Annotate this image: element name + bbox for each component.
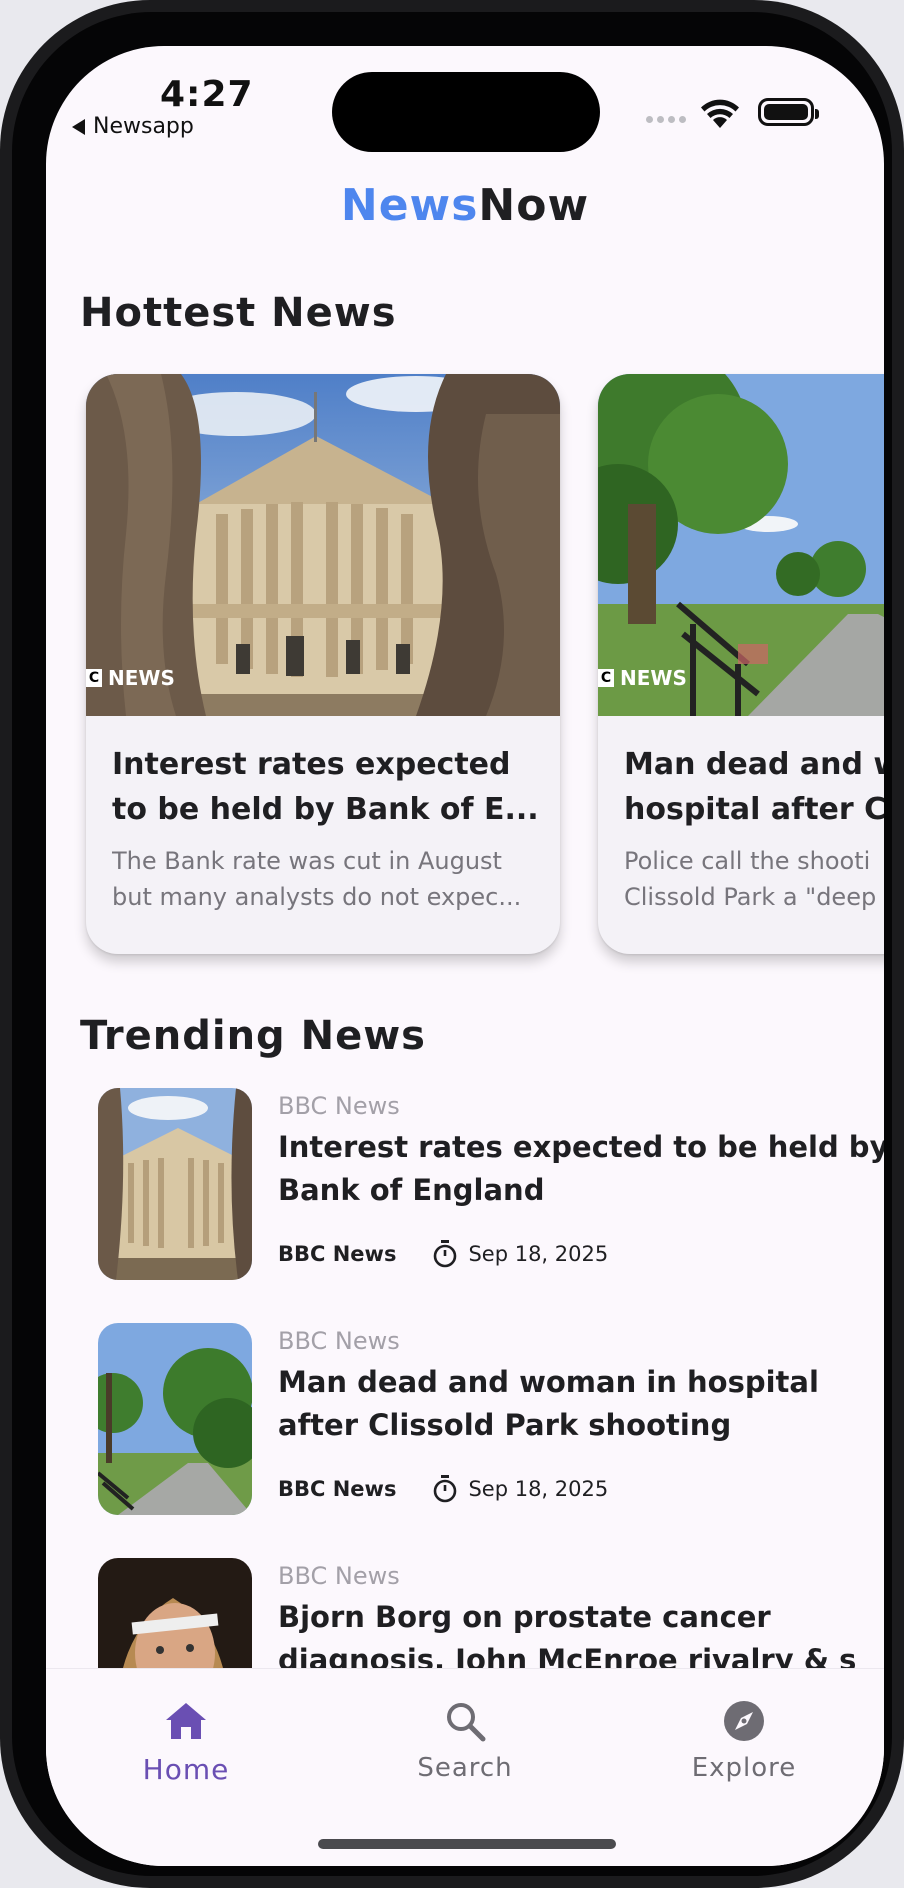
timer-icon <box>434 1240 457 1268</box>
wifi-icon <box>701 99 739 128</box>
phone-bezel: 4:27 Newsapp NewsNow Hottest News C NEWS… <box>12 12 892 1876</box>
nav-explore-label: Explore <box>691 1753 797 1783</box>
trending-item-thumbnail <box>98 1088 252 1280</box>
app-title-news: News <box>340 180 479 231</box>
timer-icon <box>434 1475 457 1503</box>
hottest-news-heading: Hottest News <box>80 290 397 336</box>
trending-item-date: Sep 18, 2025 <box>468 1477 609 1501</box>
trending-item-source: BBC News <box>278 1092 400 1120</box>
home-icon <box>166 1703 206 1739</box>
trending-item-meta: BBC News Sep 18, 2025 <box>278 1475 608 1503</box>
hottest-card-image: C NEWS <box>86 374 560 716</box>
trending-list-item[interactable]: BBC News Interest rates expected to be h… <box>98 1088 884 1284</box>
compass-icon <box>724 1701 764 1741</box>
hottest-card[interactable]: C NEWS Man dead and w hospital after Cl Po… <box>598 374 884 954</box>
trending-item-title: Interest rates expected to be held by Ban… <box>278 1130 884 1207</box>
trending-item-source: BBC News <box>278 1562 400 1590</box>
home-indicator[interactable] <box>318 1839 616 1849</box>
app-screen: 4:27 Newsapp NewsNow Hottest News C NEWS… <box>46 46 884 1866</box>
nav-search[interactable]: Search <box>365 1699 565 1783</box>
hottest-card-description: The Bank rate was cut in August but many … <box>112 847 522 911</box>
app-title-now: Now <box>478 180 590 231</box>
nav-home[interactable]: Home <box>86 1699 286 1786</box>
bbc-news-badge: C NEWS <box>598 666 687 690</box>
back-arrow-icon <box>72 118 85 135</box>
hottest-card[interactable]: C NEWS Interest rates expected to be held … <box>86 374 560 954</box>
phone-frame: 4:27 Newsapp NewsNow Hottest News C NEWS… <box>0 0 904 1888</box>
trending-item-meta: BBC News Sep 18, 2025 <box>278 1240 608 1268</box>
dynamic-island <box>332 72 600 152</box>
trending-item-source: BBC News <box>278 1327 400 1355</box>
hottest-card-title: Interest rates expected to be held by Ban… <box>112 747 536 827</box>
nav-home-label: Home <box>142 1753 230 1786</box>
nav-search-label: Search <box>417 1753 513 1783</box>
hottest-card-image: C NEWS <box>598 374 884 716</box>
bottom-navigation-bar: Home Search Explore <box>46 1668 884 1866</box>
back-to-app-link[interactable]: Newsapp <box>72 114 194 139</box>
search-icon <box>447 1703 486 1742</box>
trending-item-meta-source: BBC News <box>278 1242 397 1266</box>
back-app-label: Newsapp <box>93 114 194 139</box>
status-time: 4:27 <box>160 74 254 115</box>
nav-explore[interactable]: Explore <box>644 1699 844 1783</box>
battery-icon <box>758 98 819 126</box>
hottest-card-title: Man dead and w hospital after Cl <box>624 747 884 827</box>
trending-item-date: Sep 18, 2025 <box>468 1242 609 1266</box>
app-title: NewsNow <box>46 180 884 231</box>
trending-item-title: Man dead and woman in hospital after Clis… <box>278 1365 819 1442</box>
cellular-signal-icon <box>646 116 686 123</box>
trending-list-item[interactable]: BBC News Man dead and woman in hospital a… <box>98 1323 858 1519</box>
trending-item-meta-source: BBC News <box>278 1477 397 1501</box>
bbc-news-badge: C NEWS <box>86 666 175 690</box>
trending-item-thumbnail <box>98 1323 252 1515</box>
trending-news-heading: Trending News <box>80 1013 426 1059</box>
hottest-card-description: Police call the shooti Clissold Park a "d… <box>624 847 877 911</box>
